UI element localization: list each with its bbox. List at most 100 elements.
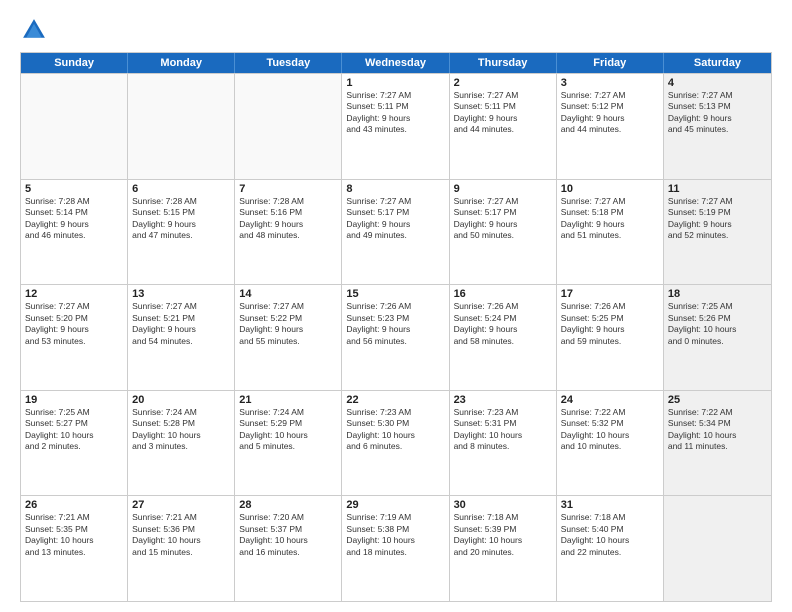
cell-info: Sunrise: 7:24 AM Sunset: 5:28 PM Dayligh… <box>132 407 230 453</box>
calendar-row: 12Sunrise: 7:27 AM Sunset: 5:20 PM Dayli… <box>21 284 771 390</box>
cell-info: Sunrise: 7:18 AM Sunset: 5:40 PM Dayligh… <box>561 512 659 558</box>
day-number: 3 <box>561 77 659 89</box>
cell-info: Sunrise: 7:22 AM Sunset: 5:34 PM Dayligh… <box>668 407 767 453</box>
logo-icon <box>20 16 48 44</box>
calendar-header: SundayMondayTuesdayWednesdayThursdayFrid… <box>21 53 771 73</box>
calendar-cell: 2Sunrise: 7:27 AM Sunset: 5:11 PM Daylig… <box>450 74 557 179</box>
cell-info: Sunrise: 7:18 AM Sunset: 5:39 PM Dayligh… <box>454 512 552 558</box>
day-number: 13 <box>132 288 230 300</box>
calendar-cell: 13Sunrise: 7:27 AM Sunset: 5:21 PM Dayli… <box>128 285 235 390</box>
weekday-header: Saturday <box>664 53 771 73</box>
calendar-cell: 23Sunrise: 7:23 AM Sunset: 5:31 PM Dayli… <box>450 391 557 496</box>
day-number: 26 <box>25 499 123 511</box>
day-number: 15 <box>346 288 444 300</box>
day-number: 1 <box>346 77 444 89</box>
cell-info: Sunrise: 7:28 AM Sunset: 5:15 PM Dayligh… <box>132 196 230 242</box>
calendar-cell: 8Sunrise: 7:27 AM Sunset: 5:17 PM Daylig… <box>342 180 449 285</box>
day-number: 27 <box>132 499 230 511</box>
cell-info: Sunrise: 7:27 AM Sunset: 5:20 PM Dayligh… <box>25 301 123 347</box>
weekday-header: Wednesday <box>342 53 449 73</box>
cell-info: Sunrise: 7:28 AM Sunset: 5:14 PM Dayligh… <box>25 196 123 242</box>
calendar-cell: 1Sunrise: 7:27 AM Sunset: 5:11 PM Daylig… <box>342 74 449 179</box>
calendar-body: 1Sunrise: 7:27 AM Sunset: 5:11 PM Daylig… <box>21 73 771 601</box>
day-number: 28 <box>239 499 337 511</box>
calendar-cell: 6Sunrise: 7:28 AM Sunset: 5:15 PM Daylig… <box>128 180 235 285</box>
cell-info: Sunrise: 7:27 AM Sunset: 5:21 PM Dayligh… <box>132 301 230 347</box>
cell-info: Sunrise: 7:27 AM Sunset: 5:17 PM Dayligh… <box>454 196 552 242</box>
cell-info: Sunrise: 7:25 AM Sunset: 5:26 PM Dayligh… <box>668 301 767 347</box>
weekday-header: Tuesday <box>235 53 342 73</box>
calendar-cell: 16Sunrise: 7:26 AM Sunset: 5:24 PM Dayli… <box>450 285 557 390</box>
calendar-cell <box>235 74 342 179</box>
day-number: 10 <box>561 183 659 195</box>
weekday-header: Sunday <box>21 53 128 73</box>
calendar-cell <box>21 74 128 179</box>
calendar-cell: 3Sunrise: 7:27 AM Sunset: 5:12 PM Daylig… <box>557 74 664 179</box>
cell-info: Sunrise: 7:19 AM Sunset: 5:38 PM Dayligh… <box>346 512 444 558</box>
day-number: 11 <box>668 183 767 195</box>
cell-info: Sunrise: 7:28 AM Sunset: 5:16 PM Dayligh… <box>239 196 337 242</box>
cell-info: Sunrise: 7:21 AM Sunset: 5:36 PM Dayligh… <box>132 512 230 558</box>
day-number: 14 <box>239 288 337 300</box>
calendar-cell: 26Sunrise: 7:21 AM Sunset: 5:35 PM Dayli… <box>21 496 128 601</box>
calendar-cell <box>664 496 771 601</box>
cell-info: Sunrise: 7:27 AM Sunset: 5:13 PM Dayligh… <box>668 90 767 136</box>
calendar-cell <box>128 74 235 179</box>
weekday-header: Monday <box>128 53 235 73</box>
logo <box>20 16 52 44</box>
cell-info: Sunrise: 7:27 AM Sunset: 5:12 PM Dayligh… <box>561 90 659 136</box>
cell-info: Sunrise: 7:27 AM Sunset: 5:11 PM Dayligh… <box>346 90 444 136</box>
day-number: 22 <box>346 394 444 406</box>
calendar-cell: 12Sunrise: 7:27 AM Sunset: 5:20 PM Dayli… <box>21 285 128 390</box>
calendar-cell: 28Sunrise: 7:20 AM Sunset: 5:37 PM Dayli… <box>235 496 342 601</box>
day-number: 9 <box>454 183 552 195</box>
calendar-row: 1Sunrise: 7:27 AM Sunset: 5:11 PM Daylig… <box>21 73 771 179</box>
calendar-cell: 30Sunrise: 7:18 AM Sunset: 5:39 PM Dayli… <box>450 496 557 601</box>
cell-info: Sunrise: 7:26 AM Sunset: 5:24 PM Dayligh… <box>454 301 552 347</box>
calendar-row: 26Sunrise: 7:21 AM Sunset: 5:35 PM Dayli… <box>21 495 771 601</box>
day-number: 6 <box>132 183 230 195</box>
day-number: 29 <box>346 499 444 511</box>
calendar-cell: 15Sunrise: 7:26 AM Sunset: 5:23 PM Dayli… <box>342 285 449 390</box>
calendar-cell: 4Sunrise: 7:27 AM Sunset: 5:13 PM Daylig… <box>664 74 771 179</box>
weekday-header: Friday <box>557 53 664 73</box>
day-number: 20 <box>132 394 230 406</box>
cell-info: Sunrise: 7:27 AM Sunset: 5:11 PM Dayligh… <box>454 90 552 136</box>
calendar-cell: 14Sunrise: 7:27 AM Sunset: 5:22 PM Dayli… <box>235 285 342 390</box>
day-number: 4 <box>668 77 767 89</box>
calendar-cell: 7Sunrise: 7:28 AM Sunset: 5:16 PM Daylig… <box>235 180 342 285</box>
calendar-cell: 20Sunrise: 7:24 AM Sunset: 5:28 PM Dayli… <box>128 391 235 496</box>
calendar-cell: 19Sunrise: 7:25 AM Sunset: 5:27 PM Dayli… <box>21 391 128 496</box>
day-number: 7 <box>239 183 337 195</box>
cell-info: Sunrise: 7:27 AM Sunset: 5:18 PM Dayligh… <box>561 196 659 242</box>
day-number: 19 <box>25 394 123 406</box>
calendar-cell: 22Sunrise: 7:23 AM Sunset: 5:30 PM Dayli… <box>342 391 449 496</box>
day-number: 5 <box>25 183 123 195</box>
cell-info: Sunrise: 7:27 AM Sunset: 5:19 PM Dayligh… <box>668 196 767 242</box>
page: SundayMondayTuesdayWednesdayThursdayFrid… <box>0 0 792 612</box>
day-number: 18 <box>668 288 767 300</box>
calendar-cell: 17Sunrise: 7:26 AM Sunset: 5:25 PM Dayli… <box>557 285 664 390</box>
day-number: 12 <box>25 288 123 300</box>
cell-info: Sunrise: 7:26 AM Sunset: 5:23 PM Dayligh… <box>346 301 444 347</box>
day-number: 8 <box>346 183 444 195</box>
cell-info: Sunrise: 7:20 AM Sunset: 5:37 PM Dayligh… <box>239 512 337 558</box>
cell-info: Sunrise: 7:24 AM Sunset: 5:29 PM Dayligh… <box>239 407 337 453</box>
day-number: 30 <box>454 499 552 511</box>
weekday-header: Thursday <box>450 53 557 73</box>
day-number: 31 <box>561 499 659 511</box>
calendar-cell: 24Sunrise: 7:22 AM Sunset: 5:32 PM Dayli… <box>557 391 664 496</box>
calendar-row: 19Sunrise: 7:25 AM Sunset: 5:27 PM Dayli… <box>21 390 771 496</box>
calendar-cell: 9Sunrise: 7:27 AM Sunset: 5:17 PM Daylig… <box>450 180 557 285</box>
cell-info: Sunrise: 7:22 AM Sunset: 5:32 PM Dayligh… <box>561 407 659 453</box>
calendar-cell: 11Sunrise: 7:27 AM Sunset: 5:19 PM Dayli… <box>664 180 771 285</box>
calendar-cell: 25Sunrise: 7:22 AM Sunset: 5:34 PM Dayli… <box>664 391 771 496</box>
calendar: SundayMondayTuesdayWednesdayThursdayFrid… <box>20 52 772 602</box>
cell-info: Sunrise: 7:23 AM Sunset: 5:30 PM Dayligh… <box>346 407 444 453</box>
calendar-cell: 29Sunrise: 7:19 AM Sunset: 5:38 PM Dayli… <box>342 496 449 601</box>
cell-info: Sunrise: 7:27 AM Sunset: 5:17 PM Dayligh… <box>346 196 444 242</box>
cell-info: Sunrise: 7:26 AM Sunset: 5:25 PM Dayligh… <box>561 301 659 347</box>
calendar-cell: 21Sunrise: 7:24 AM Sunset: 5:29 PM Dayli… <box>235 391 342 496</box>
cell-info: Sunrise: 7:21 AM Sunset: 5:35 PM Dayligh… <box>25 512 123 558</box>
day-number: 16 <box>454 288 552 300</box>
